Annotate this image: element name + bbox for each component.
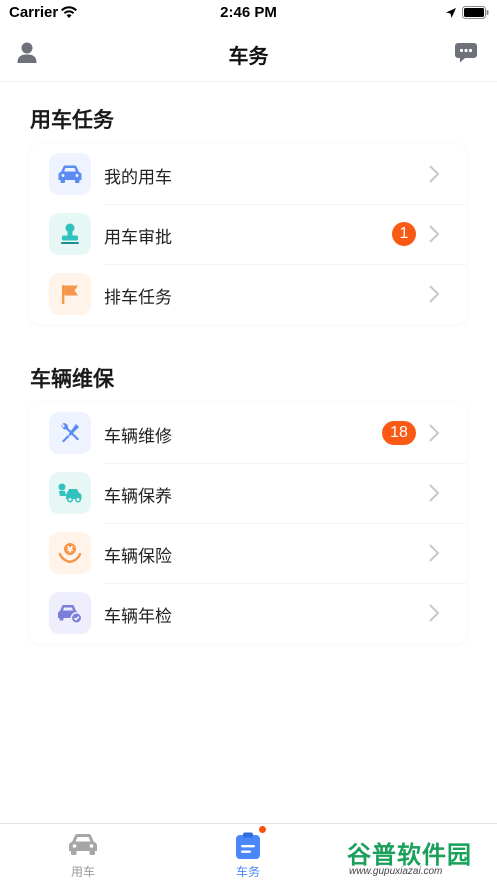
- notification-badge: 18: [382, 421, 416, 445]
- list-item-vehicle-approval[interactable]: 用车审批 1: [30, 204, 466, 264]
- list-item-label: 排车任务: [104, 288, 172, 307]
- list-item-label: 用车审批: [104, 228, 172, 247]
- chevron-right-icon: [428, 603, 440, 628]
- tab-label: 用车: [70, 865, 95, 879]
- svg-text:¥: ¥: [67, 546, 74, 556]
- location-arrow-icon: [445, 6, 457, 24]
- list-item-annual-inspection[interactable]: 车辆年检: [30, 583, 466, 643]
- car-inspection-icon: [49, 592, 91, 634]
- page-title: 车务: [228, 46, 269, 68]
- list-item-label: 车辆保险: [104, 547, 172, 566]
- tab-vehicle-affairs[interactable]: 车务: [188, 824, 308, 883]
- chevron-right-icon: [428, 423, 440, 448]
- message-icon[interactable]: [454, 42, 478, 69]
- vehicle-maintenance-card: 车辆维修 18 车辆保养 ¥ 车辆保险 车辆年检: [30, 403, 466, 643]
- navigation-bar: 车务: [0, 26, 497, 82]
- watermark-text: 谷普软件园: [347, 842, 472, 869]
- chevron-right-icon: [428, 483, 440, 508]
- tab-vehicle-use[interactable]: 用车: [23, 824, 143, 883]
- flag-icon: [49, 273, 91, 315]
- list-item-vehicle-insurance[interactable]: ¥ 车辆保险: [30, 523, 466, 583]
- stamp-icon: [49, 213, 91, 255]
- chevron-right-icon: [428, 164, 440, 189]
- notification-badge: 1: [392, 222, 416, 246]
- list-item-label: 车辆年检: [104, 607, 172, 626]
- clock: 2:46 PM: [220, 4, 277, 21]
- chevron-right-icon: [428, 224, 440, 249]
- chevron-right-icon: [428, 284, 440, 309]
- watermark-url: www.gupuxiazai.com: [349, 866, 443, 877]
- battery-icon: [462, 6, 490, 24]
- tab-label: 车务: [235, 865, 260, 879]
- insurance-icon: ¥: [49, 532, 91, 574]
- chevron-right-icon: [428, 543, 440, 568]
- watermark-logo: 谷普软件园 www.gupuxiazai.com: [343, 833, 497, 883]
- list-item-vehicle-maintenance[interactable]: 车辆保养: [30, 463, 466, 523]
- wrench-screwdriver-icon: [49, 412, 91, 454]
- car-wash-icon: [49, 472, 91, 514]
- section-title-vehicle-tasks: 用车任务: [30, 109, 114, 132]
- list-item-vehicle-repair[interactable]: 车辆维修 18: [30, 403, 466, 463]
- list-item-label: 车辆维修: [104, 427, 172, 446]
- list-item-my-vehicle[interactable]: 我的用车: [30, 144, 466, 204]
- list-item-label: 我的用车: [104, 168, 172, 187]
- notification-dot: [258, 825, 267, 834]
- clipboard-icon: [235, 832, 261, 865]
- section-title-vehicle-maintenance: 车辆维保: [30, 368, 114, 391]
- car-icon: [49, 153, 91, 195]
- status-bar: Carrier 2:46 PM: [0, 0, 497, 26]
- vehicle-tasks-card: 我的用车 用车审批 1 排车任务: [30, 144, 466, 324]
- car-icon: [68, 832, 98, 861]
- list-item-dispatch-tasks[interactable]: 排车任务: [30, 264, 466, 324]
- list-item-label: 车辆保养: [104, 487, 172, 506]
